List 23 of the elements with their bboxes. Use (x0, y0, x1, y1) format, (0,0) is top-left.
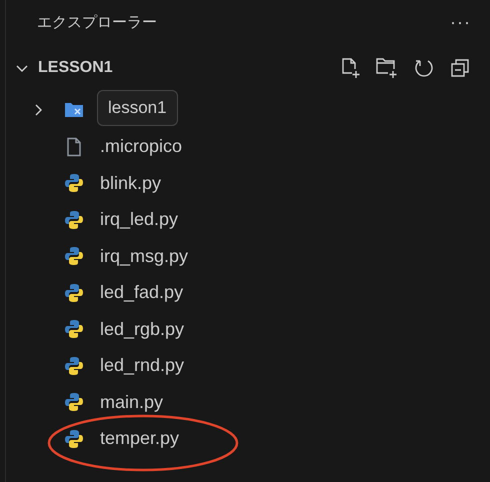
panel-title: エクスプローラー (37, 12, 157, 32)
file-name[interactable]: led_rgb.py (100, 318, 184, 340)
python-icon (64, 392, 84, 412)
python-icon (64, 428, 84, 449)
collapse-all-icon[interactable] (449, 57, 471, 79)
python-icon (64, 246, 84, 266)
file-name[interactable]: temper.py (100, 428, 180, 450)
python-icon (64, 173, 84, 194)
python-icon (64, 319, 84, 340)
section-title[interactable]: LESSON1 (38, 59, 339, 77)
tooltip: lesson1 (97, 90, 178, 126)
file-name[interactable]: main.py (100, 392, 164, 413)
file-name[interactable]: led_rnd.py (100, 355, 184, 376)
file-name[interactable]: led_fad.py (100, 282, 184, 304)
new-folder-icon[interactable] (375, 57, 399, 79)
python-icon (64, 282, 84, 303)
more-actions-button[interactable]: ··· (450, 12, 471, 32)
python-icon (64, 356, 84, 376)
file-name[interactable]: .micropico (100, 136, 182, 158)
file-name[interactable]: irq_msg.py (100, 246, 188, 267)
python-icon (64, 210, 84, 230)
file-name[interactable]: irq_led.py (100, 209, 178, 230)
file-name[interactable]: blink.py (100, 172, 162, 194)
